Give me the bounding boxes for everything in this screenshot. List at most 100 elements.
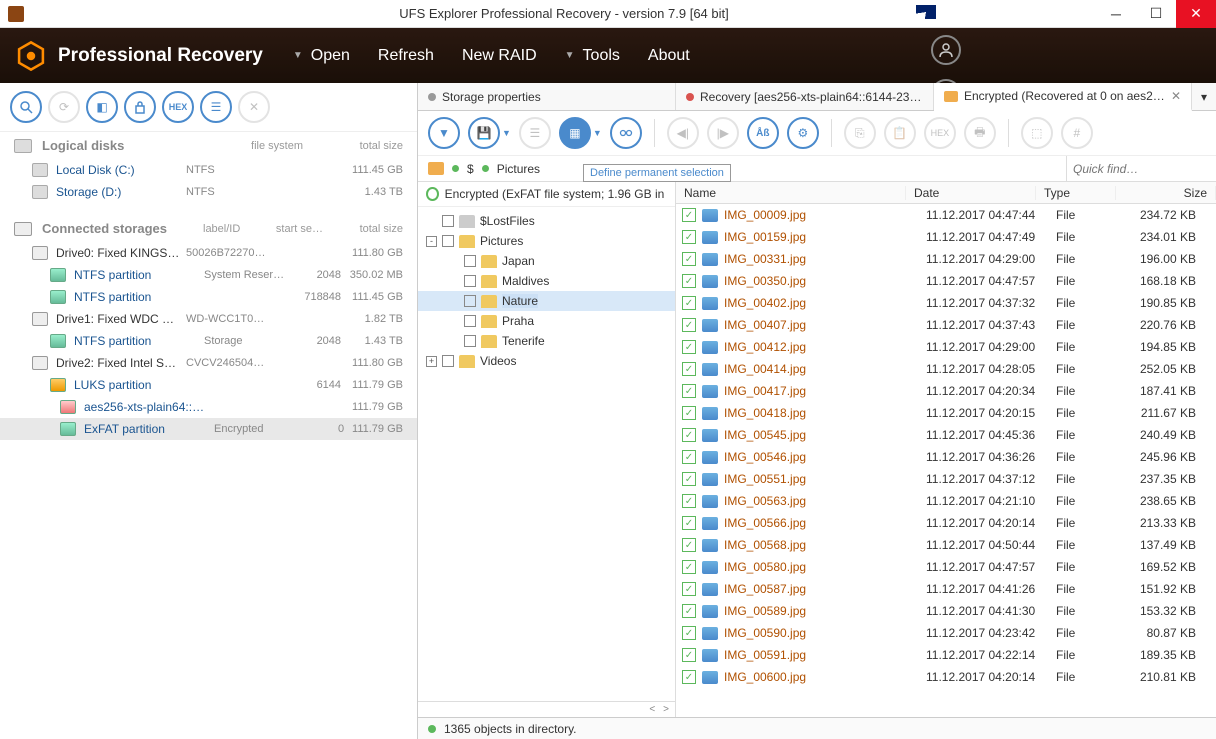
- menu-open[interactable]: ▼Open: [293, 47, 350, 65]
- folder-checkbox[interactable]: [464, 315, 476, 327]
- file-row[interactable]: ✓IMG_00418.jpg11.12.2017 04:20:15File211…: [676, 402, 1216, 424]
- menu-refresh[interactable]: Refresh: [378, 47, 434, 65]
- col-size[interactable]: Size: [1116, 186, 1216, 200]
- tab-close-icon[interactable]: ✕: [1171, 89, 1181, 103]
- file-row[interactable]: ✓IMG_00566.jpg11.12.2017 04:20:14File213…: [676, 512, 1216, 534]
- partition-row[interactable]: aes256-xts-plain64::…111.79 GB: [0, 396, 417, 418]
- list-icon[interactable]: ☰: [200, 91, 232, 123]
- file-checkbox[interactable]: ✓: [682, 472, 696, 486]
- file-row[interactable]: ✓IMG_00331.jpg11.12.2017 04:29:00File196…: [676, 248, 1216, 270]
- file-row[interactable]: ✓IMG_00590.jpg11.12.2017 04:23:42File80.…: [676, 622, 1216, 644]
- drive-row[interactable]: Drive2: Fixed Intel S…CVCV246504…111.80 …: [0, 352, 417, 374]
- file-checkbox[interactable]: ✓: [682, 362, 696, 376]
- prev-icon[interactable]: ◀|: [667, 117, 699, 149]
- menu-about[interactable]: About: [648, 47, 690, 65]
- folder-checkbox[interactable]: [442, 215, 454, 227]
- folder-node[interactable]: Tenerife: [418, 331, 675, 351]
- file-row[interactable]: ✓IMG_00587.jpg11.12.2017 04:41:26File151…: [676, 578, 1216, 600]
- font-icon[interactable]: Åß: [747, 117, 779, 149]
- file-checkbox[interactable]: ✓: [682, 340, 696, 354]
- file-row[interactable]: ✓IMG_00600.jpg11.12.2017 04:20:14File210…: [676, 666, 1216, 688]
- save-icon[interactable]: 💾: [468, 117, 500, 149]
- file-checkbox[interactable]: ✓: [682, 428, 696, 442]
- file-row[interactable]: ✓IMG_00568.jpg11.12.2017 04:50:44File137…: [676, 534, 1216, 556]
- file-checkbox[interactable]: ✓: [682, 626, 696, 640]
- folder-checkbox[interactable]: [464, 275, 476, 287]
- folder-node[interactable]: Maldives: [418, 271, 675, 291]
- partition-row[interactable]: ExFAT partitionEncrypted0111.79 GB: [0, 418, 417, 440]
- breadcrumb-dollar[interactable]: $: [467, 162, 474, 176]
- hash-icon[interactable]: #: [1061, 117, 1093, 149]
- folder-checkbox[interactable]: [464, 335, 476, 347]
- menu-tools[interactable]: ▼Tools: [565, 47, 620, 65]
- file-checkbox[interactable]: ✓: [682, 318, 696, 332]
- settings-tool-icon[interactable]: ⚙: [787, 117, 819, 149]
- drive-row[interactable]: Drive1: Fixed WDC …WD-WCC1T0…1.82 TB: [0, 308, 417, 330]
- file-row[interactable]: ✓IMG_00546.jpg11.12.2017 04:36:26File245…: [676, 446, 1216, 468]
- file-row[interactable]: ✓IMG_00402.jpg11.12.2017 04:37:32File190…: [676, 292, 1216, 314]
- file-checkbox[interactable]: ✓: [682, 384, 696, 398]
- file-checkbox[interactable]: ✓: [682, 582, 696, 596]
- folder-node[interactable]: Nature: [418, 291, 675, 311]
- col-date[interactable]: Date: [906, 186, 1036, 200]
- folder-node[interactable]: -Pictures: [418, 231, 675, 251]
- file-checkbox[interactable]: ✓: [682, 670, 696, 684]
- hex-icon[interactable]: HEX: [162, 91, 194, 123]
- folder-checkbox[interactable]: [464, 255, 476, 267]
- file-checkbox[interactable]: ✓: [682, 604, 696, 618]
- file-checkbox[interactable]: ✓: [682, 538, 696, 552]
- menu-new-raid[interactable]: New RAID: [462, 47, 537, 65]
- find-icon[interactable]: [610, 117, 642, 149]
- tab[interactable]: Encrypted (Recovered at 0 on aes25…✕: [934, 83, 1192, 111]
- file-row[interactable]: ✓IMG_00545.jpg11.12.2017 04:45:36File240…: [676, 424, 1216, 446]
- folder-checkbox[interactable]: [442, 355, 454, 367]
- file-row[interactable]: ✓IMG_00350.jpg11.12.2017 04:47:57File168…: [676, 270, 1216, 292]
- breadcrumb-root-icon[interactable]: [428, 162, 444, 175]
- file-row[interactable]: ✓IMG_00589.jpg11.12.2017 04:41:30File153…: [676, 600, 1216, 622]
- col-name[interactable]: Name: [676, 186, 906, 200]
- lock-icon[interactable]: [124, 91, 156, 123]
- logical-disk-row[interactable]: Local Disk (C:)NTFS111.45 GB: [0, 159, 417, 181]
- file-row[interactable]: ✓IMG_00551.jpg11.12.2017 04:37:12File237…: [676, 468, 1216, 490]
- file-checkbox[interactable]: ✓: [682, 296, 696, 310]
- disk-image-icon[interactable]: ◧: [86, 91, 118, 123]
- close-storage-icon[interactable]: ✕: [238, 91, 270, 123]
- file-checkbox[interactable]: ✓: [682, 516, 696, 530]
- file-checkbox[interactable]: ✓: [682, 494, 696, 508]
- copy-icon[interactable]: ⎘: [844, 117, 876, 149]
- file-row[interactable]: ✓IMG_00159.jpg11.12.2017 04:47:49File234…: [676, 226, 1216, 248]
- print-icon[interactable]: 🖶: [964, 117, 996, 149]
- file-row[interactable]: ✓IMG_00591.jpg11.12.2017 04:22:14File189…: [676, 644, 1216, 666]
- file-checkbox[interactable]: ✓: [682, 560, 696, 574]
- next-icon[interactable]: |▶: [707, 117, 739, 149]
- partition-row[interactable]: NTFS partitionStorage20481.43 TB: [0, 330, 417, 352]
- folder-checkbox[interactable]: [442, 235, 454, 247]
- logical-disk-row[interactable]: Storage (D:)NTFS1.43 TB: [0, 181, 417, 203]
- file-row[interactable]: ✓IMG_00009.jpg11.12.2017 04:47:44File234…: [676, 204, 1216, 226]
- user-button[interactable]: [931, 35, 961, 65]
- tabs-overflow-icon[interactable]: ▾: [1192, 83, 1216, 110]
- view-mode-icon[interactable]: ▦: [559, 117, 591, 149]
- file-checkbox[interactable]: ✓: [682, 252, 696, 266]
- file-row[interactable]: ✓IMG_00407.jpg11.12.2017 04:37:43File220…: [676, 314, 1216, 336]
- search-input[interactable]: [1073, 162, 1216, 176]
- file-row[interactable]: ✓IMG_00412.jpg11.12.2017 04:29:00File194…: [676, 336, 1216, 358]
- partition-row[interactable]: NTFS partitionSystem Reser…2048350.02 MB: [0, 264, 417, 286]
- folder-node[interactable]: $LostFiles: [418, 211, 675, 231]
- file-checkbox[interactable]: ✓: [682, 406, 696, 420]
- file-checkbox[interactable]: ✓: [682, 450, 696, 464]
- partition-row[interactable]: LUKS partition6144111.79 GB: [0, 374, 417, 396]
- hex-view-icon[interactable]: HEX: [924, 117, 956, 149]
- partition-row[interactable]: NTFS partition718848111.45 GB: [0, 286, 417, 308]
- filter-icon[interactable]: ▼: [428, 117, 460, 149]
- folder-node[interactable]: Praha: [418, 311, 675, 331]
- tree-scrollbar[interactable]: <>: [418, 701, 675, 717]
- file-row[interactable]: ✓IMG_00563.jpg11.12.2017 04:21:10File238…: [676, 490, 1216, 512]
- file-row[interactable]: ✓IMG_00414.jpg11.12.2017 04:28:05File252…: [676, 358, 1216, 380]
- file-checkbox[interactable]: ✓: [682, 648, 696, 662]
- cluster-icon[interactable]: ⬚: [1021, 117, 1053, 149]
- expand-icon[interactable]: -: [426, 236, 437, 247]
- tab[interactable]: Storage properties: [418, 83, 676, 110]
- select-icon[interactable]: ☰: [519, 117, 551, 149]
- file-checkbox[interactable]: ✓: [682, 208, 696, 222]
